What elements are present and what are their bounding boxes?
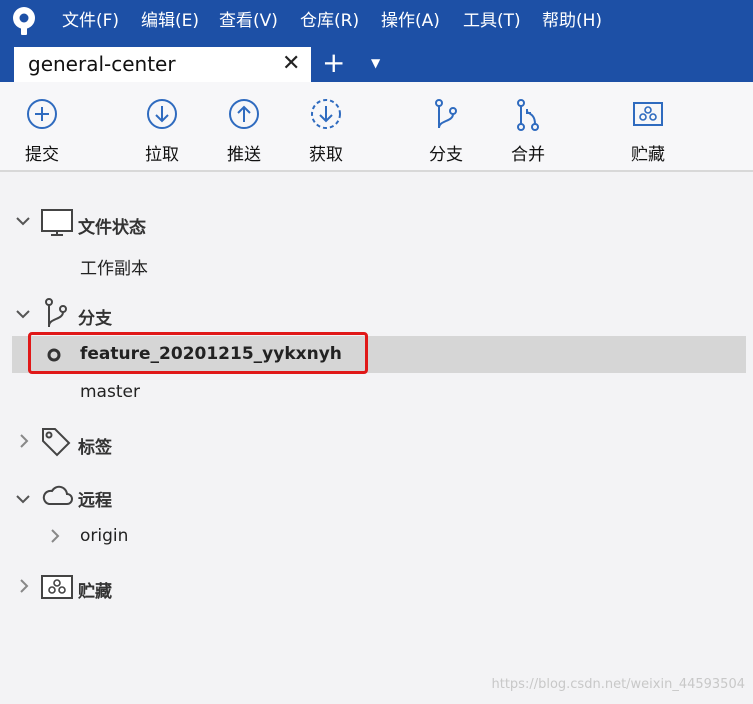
chevron-down-icon[interactable]: [16, 490, 30, 508]
remote-item-origin[interactable]: origin: [80, 526, 128, 546]
branch-icon: [435, 99, 457, 129]
commit-button[interactable]: 提交: [12, 82, 72, 170]
chevron-down-icon[interactable]: [16, 212, 30, 230]
tags-section[interactable]: 标签: [78, 433, 112, 458]
merge-button[interactable]: 合并: [498, 82, 558, 170]
toolbar: 提交 拉取 推送 获取 分支 合并 贮藏: [0, 82, 753, 172]
cloud-icon: [41, 484, 73, 510]
chevron-down-icon[interactable]: ▼: [371, 56, 380, 70]
tag-icon: [40, 426, 72, 462]
stash-icon: [633, 102, 663, 126]
tab-general-center[interactable]: general-center ✕: [14, 47, 311, 82]
arrow-down-circle-icon: [147, 99, 177, 129]
working-copy-item[interactable]: 工作副本: [80, 254, 148, 279]
merge-label: 合并: [511, 145, 545, 165]
stashes-section[interactable]: 贮藏: [78, 577, 112, 602]
fetch-icon: [311, 99, 341, 129]
watermark: https://blog.csdn.net/weixin_44593504: [491, 677, 745, 692]
menu-actions[interactable]: 操作(A): [381, 10, 440, 32]
chevron-right-icon[interactable]: [50, 529, 60, 547]
highlight-box: [28, 332, 368, 374]
plus-circle-icon: [27, 99, 57, 129]
menu-tools[interactable]: 工具(T): [463, 10, 521, 32]
close-icon[interactable]: ✕: [282, 51, 300, 76]
stash-icon: [41, 574, 73, 604]
fetch-label: 获取: [309, 145, 343, 165]
push-button[interactable]: 推送: [214, 82, 274, 170]
pull-label: 拉取: [145, 145, 179, 165]
commit-label: 提交: [25, 145, 59, 165]
chevron-down-icon[interactable]: [16, 305, 30, 323]
branches-section[interactable]: 分支: [78, 304, 112, 329]
branch-item-master[interactable]: master: [80, 382, 140, 402]
chevron-right-icon[interactable]: [19, 579, 29, 597]
menu-repository[interactable]: 仓库(R): [300, 10, 359, 32]
branch-label: 分支: [429, 145, 463, 165]
add-tab-icon[interactable]: +: [322, 48, 345, 78]
arrow-up-circle-icon: [229, 99, 259, 129]
branch-button[interactable]: 分支: [416, 82, 476, 170]
push-label: 推送: [227, 145, 261, 165]
branch-icon: [42, 297, 70, 333]
tab-title: general-center: [28, 52, 176, 76]
stash-button[interactable]: 贮藏: [618, 82, 678, 170]
menu-edit[interactable]: 编辑(E): [141, 10, 199, 32]
pull-button[interactable]: 拉取: [132, 82, 192, 170]
remotes-section[interactable]: 远程: [78, 486, 112, 511]
monitor-icon: [41, 209, 73, 241]
title-bar: 文件(F) 编辑(E) 查看(V) 仓库(R) 操作(A) 工具(T) 帮助(H…: [0, 0, 753, 82]
menu-view[interactable]: 查看(V): [219, 10, 278, 32]
menu-help[interactable]: 帮助(H): [542, 10, 602, 32]
stash-label: 贮藏: [631, 145, 665, 165]
file-status-section[interactable]: 文件状态: [78, 213, 146, 238]
chevron-right-icon[interactable]: [19, 434, 29, 452]
app-logo-icon: [10, 6, 38, 40]
fetch-button[interactable]: 获取: [296, 82, 356, 170]
menu-file[interactable]: 文件(F): [62, 10, 119, 32]
merge-icon: [517, 99, 539, 131]
